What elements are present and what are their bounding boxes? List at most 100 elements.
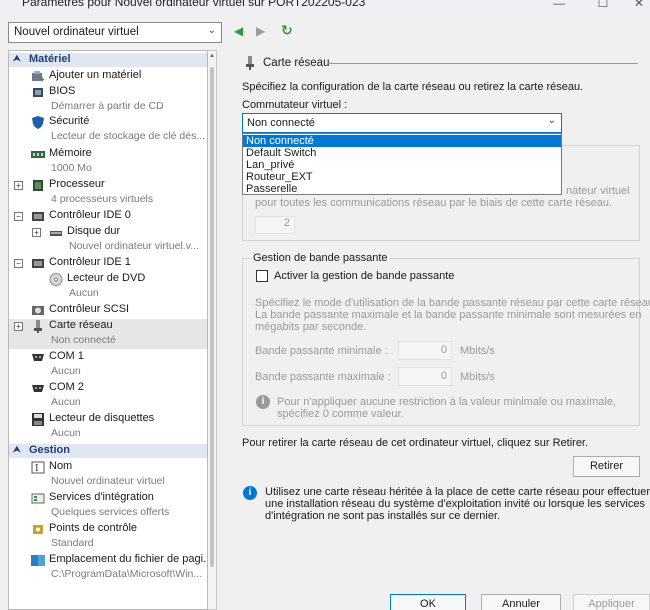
vlan-id-input[interactable]: 2 (255, 216, 295, 234)
sidebar-item-integration-services[interactable]: Services d'intégration Quelques services… (9, 491, 207, 521)
sidebar-scrollbar[interactable]: ▲ (208, 50, 217, 610)
min-bandwidth-input[interactable]: 0 (398, 341, 452, 360)
panel-title: Carte réseau (263, 57, 330, 69)
sidebar-item-processor[interactable]: + Processeur 4 processeurs virtuels (9, 178, 207, 208)
sidebar-item-scsi-controller[interactable]: Contrôleur SCSI (9, 303, 207, 319)
sidebar-item-network-adapter[interactable]: + Carte réseau Non connecté (9, 319, 207, 349)
collapse-icon[interactable]: ⮝ (13, 444, 21, 455)
sidebar-item-com1[interactable]: COM 1 Aucun (9, 350, 207, 380)
switch-option-not-connected[interactable]: Non connecté (243, 135, 561, 147)
collapse-icon[interactable]: − (14, 259, 23, 268)
virtual-switch-dropdown: Non connecté Default Switch Lan_privé Ro… (242, 133, 562, 195)
min-bandwidth-label: Bande passante minimale : (255, 345, 388, 357)
bandwidth-checkbox-label[interactable]: Activer la gestion de bande passante (274, 270, 454, 282)
bandwidth-checkbox[interactable] (256, 270, 268, 282)
legacy-adapter-note-2: une installation réseau du système d'exp… (265, 498, 645, 510)
sidebar-item-floppy-drive[interactable]: Lecteur de disquettes Aucun (9, 412, 207, 442)
sidebar-item-add-hardware[interactable]: + Ajouter un matériel (9, 69, 207, 85)
com-port-icon (32, 385, 44, 392)
sidebar-item-ide-controller-0[interactable]: − Contrôleur IDE 0 (9, 209, 207, 225)
controller-icon (32, 212, 44, 221)
no-limit-note-1: Pour n'appliquer aucune restriction à la… (277, 396, 616, 408)
vm-selector-value: Nouvel ordinateur virtuel (14, 26, 139, 38)
scsi-icon (32, 306, 44, 315)
cancel-button[interactable]: Annuler (481, 594, 561, 610)
virtual-switch-value: Non connecté (247, 117, 315, 129)
chevron-down-icon: ⌄ (547, 115, 556, 126)
remove-adapter-text: Pour retirer la carte réseau de cet ordi… (242, 437, 589, 449)
checkpoint-icon (33, 525, 43, 534)
add-hardware-icon: + (32, 71, 45, 83)
vm-selector[interactable]: Nouvel ordinateur virtuel ⌄ (8, 22, 222, 43)
expand-icon[interactable]: + (14, 322, 23, 331)
bandwidth-group-title: Gestion de bande passante (250, 252, 391, 264)
title-bar: Paramètres pour Nouvel ordinateur virtue… (0, 0, 650, 18)
switch-option-passerelle[interactable]: Passerelle (243, 183, 561, 195)
controller-icon (32, 259, 44, 268)
expand-icon[interactable]: + (32, 228, 41, 237)
memory-icon (31, 151, 45, 158)
max-bandwidth-input[interactable]: 0 (398, 367, 452, 386)
sidebar-item-paging-file-location[interactable]: Emplacement du fichier de pagi... C:\Pro… (9, 553, 207, 583)
info-icon: i (256, 395, 270, 409)
bandwidth-desc-1: Spécifiez le mode d'utilisation de la ba… (255, 297, 650, 309)
hard-disk-icon (50, 231, 62, 236)
paging-file-icon (31, 555, 45, 566)
minimize-button[interactable]: — (552, 0, 566, 10)
max-bandwidth-label: Bande passante maximale : (255, 371, 391, 383)
svg-text:I: I (35, 464, 39, 474)
network-adapter-icon (34, 320, 42, 333)
shield-icon (32, 116, 44, 129)
scroll-up-icon[interactable]: ▲ (209, 53, 215, 59)
legacy-adapter-note-1: Utilisez une carte réseau héritée à la p… (265, 486, 650, 498)
switch-option-routeur-ext[interactable]: Routeur_EXT (243, 171, 561, 183)
hardware-section-header[interactable]: ⮝ Matériel (9, 53, 207, 67)
scrollbar-thumb[interactable] (210, 67, 214, 567)
sidebar-item-ide-controller-1[interactable]: − Contrôleur IDE 1 (9, 256, 207, 272)
chevron-down-icon: ⌄ (207, 25, 216, 36)
virtual-switch-label: Commutateur virtuel : (242, 99, 348, 111)
close-button[interactable]: ✕ (632, 0, 646, 10)
sidebar-item-dvd-drive[interactable]: Lecteur de DVD Aucun (9, 272, 207, 302)
intro-text: Spécifiez la configuration de la carte r… (242, 81, 584, 93)
min-bandwidth-unit: Mbits/s (460, 345, 495, 357)
collapse-icon[interactable]: − (14, 212, 23, 221)
switch-option-lan-prive[interactable]: Lan_privé (243, 159, 561, 171)
virtual-switch-select[interactable]: Non connecté ⌄ (242, 113, 562, 133)
no-limit-note-2: spécifiez 0 comme valeur. (277, 408, 404, 420)
bandwidth-desc-3: mégabits par seconde. (255, 321, 367, 333)
back-arrow-icon[interactable]: ◀ (234, 24, 243, 38)
sidebar-item-memory[interactable]: Mémoire 1000 Mo (9, 147, 207, 177)
settings-tree: ⮝ Matériel + Ajouter un matériel BIOS Dé… (8, 50, 208, 610)
management-section-header[interactable]: ⮝ Gestion (9, 444, 207, 458)
sidebar-item-name[interactable]: I Nom Nouvel ordinateur virtuel (9, 460, 207, 490)
processor-icon (33, 180, 43, 191)
forward-arrow-icon[interactable]: ▶ (256, 24, 265, 38)
max-bandwidth-unit: Mbits/s (460, 371, 495, 383)
sidebar-item-bios[interactable]: BIOS Démarrer à partir de CD (9, 85, 207, 115)
switch-option-default-switch[interactable]: Default Switch (243, 147, 561, 159)
bios-chip-icon (33, 88, 43, 97)
refresh-icon[interactable]: ↻ (281, 22, 293, 39)
expand-icon[interactable]: + (14, 181, 23, 190)
info-icon: i (243, 486, 257, 500)
maximize-button[interactable]: ☐ (596, 0, 610, 10)
bandwidth-desc-2: La bande passante maximale et la bande p… (255, 309, 642, 321)
network-adapter-icon (244, 56, 256, 73)
sidebar-item-security[interactable]: Sécurité Lecteur de stockage de clé dés.… (9, 115, 207, 145)
dvd-icon (49, 273, 63, 286)
svg-text:+: + (40, 75, 45, 83)
ok-button[interactable]: OK (390, 594, 466, 610)
sidebar-item-hard-disk[interactable]: + Disque dur Nouvel ordinateur virtuel.v… (9, 225, 207, 255)
integration-services-icon (31, 493, 45, 504)
sidebar-item-com2[interactable]: COM 2 Aucun (9, 381, 207, 411)
floppy-icon (32, 413, 44, 426)
collapse-icon[interactable]: ⮝ (13, 53, 21, 64)
apply-button[interactable]: Appliquer (573, 594, 650, 610)
vlan-text-partial: nateur virtuel (566, 185, 630, 197)
remove-button[interactable]: Retirer (573, 456, 640, 477)
legacy-adapter-note-3: d'intégration ne sont pas installés sur … (265, 510, 501, 522)
network-adapter-panel: Carte réseau Spécifiez la configuration … (230, 50, 650, 610)
sidebar-item-checkpoints[interactable]: Points de contrôle Standard (9, 522, 207, 552)
window-title: Paramètres pour Nouvel ordinateur virtue… (22, 0, 366, 9)
